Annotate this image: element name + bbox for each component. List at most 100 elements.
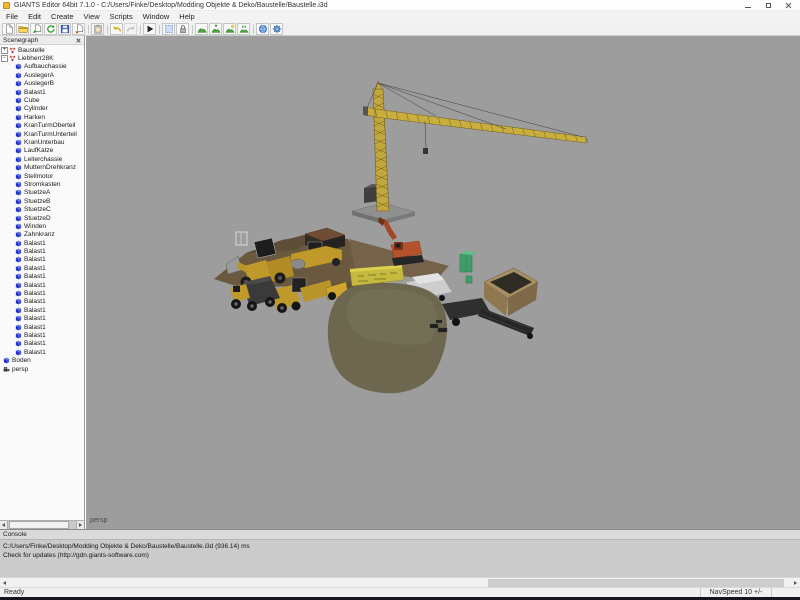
tree-item-balast1[interactable]: Balast1 <box>0 88 84 96</box>
menu-create[interactable]: Create <box>46 11 79 23</box>
tree-item-label: Baustelle <box>18 47 45 54</box>
tree-item-liebherr28k[interactable]: -Liebherr28K <box>0 54 84 62</box>
redo-button[interactable] <box>124 23 137 35</box>
tree-item-laufkatze[interactable]: LaufKatze <box>0 147 84 155</box>
sand-pile[interactable] <box>328 283 447 393</box>
tree-item-stuetzed[interactable]: StuetzeD <box>0 214 84 222</box>
tree-item-label: Balast1 <box>24 315 46 322</box>
terrain-paint-icon <box>225 24 235 34</box>
tree-item-stuetzea[interactable]: StuetzeA <box>0 189 84 197</box>
close-button[interactable] <box>778 0 798 11</box>
selection-button[interactable] <box>162 23 175 35</box>
wooden-bin[interactable] <box>484 268 538 316</box>
tree-item-winden[interactable]: Winden <box>0 222 84 230</box>
tree-item-balast1[interactable]: Balast1 <box>0 256 84 264</box>
tree-item-aufbauchassie[interactable]: Aufbauchassie <box>0 63 84 71</box>
new-file-button[interactable] <box>2 23 15 35</box>
scenegraph-close-button[interactable] <box>75 37 82 44</box>
minimize-button[interactable] <box>738 0 758 11</box>
expand-icon[interactable]: + <box>1 47 8 54</box>
lock-button[interactable] <box>176 23 189 35</box>
undo-icon <box>112 24 122 34</box>
transform-icon <box>9 47 16 54</box>
terrain-foliage-button[interactable] <box>237 23 250 35</box>
tree-item-kranturmunterteil[interactable]: KranTurmUnterteil <box>0 130 84 138</box>
paste-button[interactable] <box>91 23 104 35</box>
scroll-right-arrow[interactable] <box>76 521 84 529</box>
settings-gear-button[interactable] <box>270 23 283 35</box>
tree-item-zahnkranz[interactable]: Zahnkranz <box>0 231 84 239</box>
shape-icon <box>15 349 22 356</box>
tree-item-balast1[interactable]: Balast1 <box>0 315 84 323</box>
tree-item-balast1[interactable]: Balast1 <box>0 323 84 331</box>
tree-item-persp[interactable]: persp <box>0 365 84 373</box>
settings-gear-icon <box>272 24 282 34</box>
tree-item-leiterchassie[interactable]: Leiterchassie <box>0 155 84 163</box>
tree-item-cylinder[interactable]: Cylinder <box>0 105 84 113</box>
tower-crane[interactable] <box>363 81 588 211</box>
tree-item-auslegera[interactable]: AuslegerA <box>0 71 84 79</box>
tree-item-mutterndrehkranz[interactable]: MutternDrehkranz <box>0 163 84 171</box>
tree-item-label: Balast1 <box>24 282 46 289</box>
tree-item-balast1[interactable]: Balast1 <box>0 247 84 255</box>
scroll-left-arrow[interactable] <box>0 578 9 587</box>
tree-item-balast1[interactable]: Balast1 <box>0 340 84 348</box>
tree-item-label: StuetzeD <box>24 215 51 222</box>
collapse-icon[interactable]: - <box>1 55 8 62</box>
tree-item-boden[interactable]: Boden <box>0 356 84 364</box>
menu-scripts[interactable]: Scripts <box>105 11 138 23</box>
reload-button[interactable] <box>44 23 57 35</box>
tree-item-balast1[interactable]: Balast1 <box>0 331 84 339</box>
tree-item-stuetzec[interactable]: StuetzeC <box>0 205 84 213</box>
scroll-right-arrow[interactable] <box>791 578 800 587</box>
shader-globe-button[interactable] <box>256 23 269 35</box>
porta-potty[interactable] <box>460 251 476 283</box>
tree-item-stromkasten[interactable]: Stromkasten <box>0 180 84 188</box>
save-icon <box>60 24 70 34</box>
tree-item-label: Boden <box>12 357 31 364</box>
scroll-thumb[interactable] <box>9 521 69 529</box>
yellow-container[interactable] <box>350 265 404 286</box>
terrain-smooth-button[interactable] <box>209 23 222 35</box>
menu-window[interactable]: Window <box>138 11 175 23</box>
tree-item-balast1[interactable]: Balast1 <box>0 306 84 314</box>
tree-item-balast1[interactable]: Balast1 <box>0 264 84 272</box>
tree-item-harken[interactable]: Harken <box>0 113 84 121</box>
tree-item-kranunterbau[interactable]: KranUnterbau <box>0 138 84 146</box>
export-file-button[interactable] <box>72 23 85 35</box>
menu-file[interactable]: File <box>1 11 23 23</box>
tree-item-stuetzeb[interactable]: StuetzeB <box>0 197 84 205</box>
shape-icon <box>15 97 22 104</box>
shape-icon <box>15 164 22 171</box>
scaffold[interactable] <box>236 232 247 245</box>
undo-button[interactable] <box>110 23 123 35</box>
tree-item-balast1[interactable]: Balast1 <box>0 273 84 281</box>
tree-item-baustelle[interactable]: + Baustelle <box>0 46 84 54</box>
import-file-button[interactable] <box>30 23 43 35</box>
tree-item-balast1[interactable]: Balast1 <box>0 298 84 306</box>
scroll-left-arrow[interactable] <box>0 521 8 529</box>
tree-item-balast1[interactable]: Balast1 <box>0 239 84 247</box>
maximize-button[interactable] <box>758 0 778 11</box>
menu-edit[interactable]: Edit <box>23 11 46 23</box>
menu-help[interactable]: Help <box>174 11 199 23</box>
viewport-3d[interactable]: persp <box>86 36 800 529</box>
menu-view[interactable]: View <box>79 11 105 23</box>
tree-item-label: AuslegerB <box>24 80 54 87</box>
play-button[interactable] <box>143 23 156 35</box>
tree-item-cube[interactable]: Cube <box>0 96 84 104</box>
tree-item-balast1[interactable]: Balast1 <box>0 281 84 289</box>
tree-item-kranturmoberteil[interactable]: KranTurmOberteil <box>0 122 84 130</box>
open-folder-button[interactable] <box>16 23 29 35</box>
scenegraph-hscrollbar[interactable] <box>0 520 84 529</box>
console-hscrollbar[interactable] <box>0 577 800 587</box>
tree-item-balast1[interactable]: Balast1 <box>0 289 84 297</box>
tree-item-stellmotor[interactable]: Stellmotor <box>0 172 84 180</box>
tree-item-balast1[interactable]: Balast1 <box>0 348 84 356</box>
menu-bar: FileEditCreateViewScriptsWindowHelp <box>0 11 800 23</box>
save-button[interactable] <box>58 23 71 35</box>
scroll-thumb[interactable] <box>488 579 784 587</box>
tree-item-auslegerb[interactable]: AuslegerB <box>0 80 84 88</box>
terrain-sculpt-button[interactable] <box>195 23 208 35</box>
terrain-paint-button[interactable] <box>223 23 236 35</box>
